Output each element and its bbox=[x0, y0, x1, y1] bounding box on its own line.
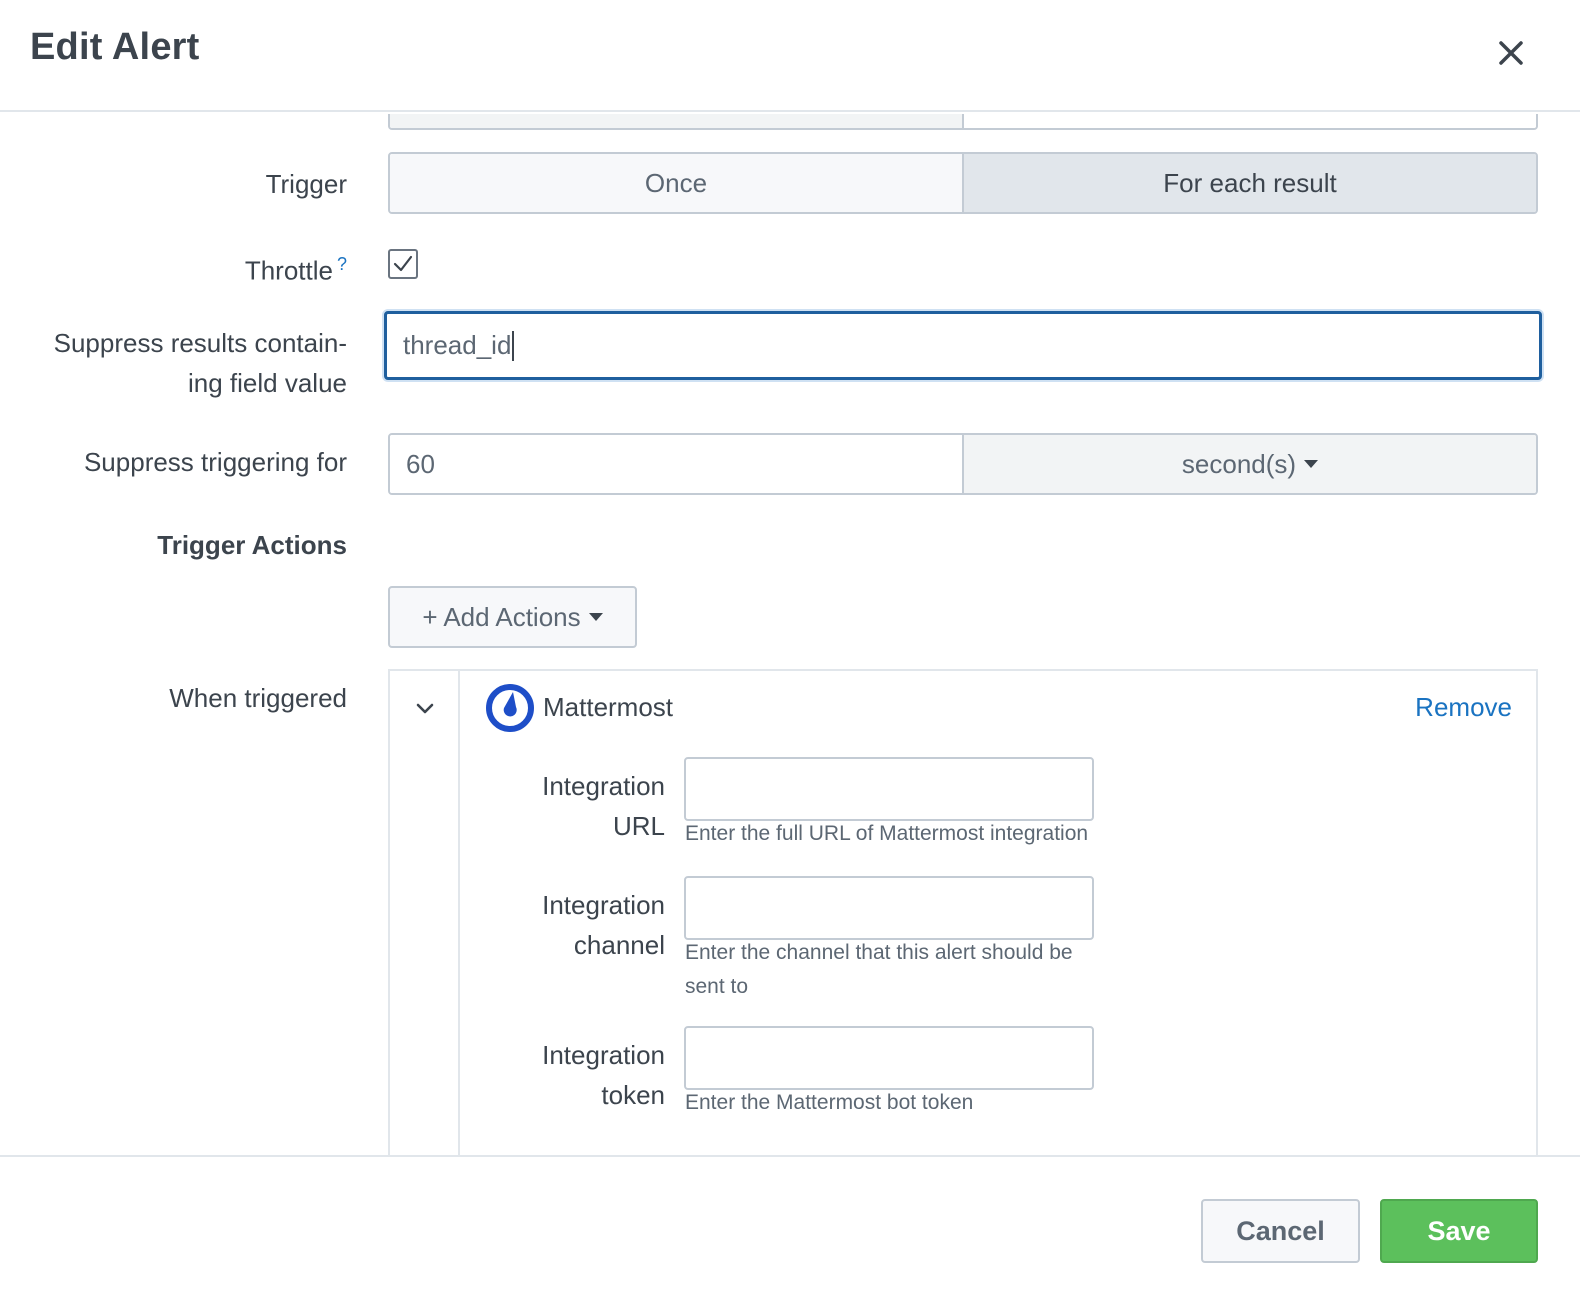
integration-channel-label-line1: Integration bbox=[542, 890, 665, 920]
integration-token-label-line1: Integration bbox=[542, 1040, 665, 1070]
suppress-period-group: 60 second(s) bbox=[388, 433, 1538, 495]
mattermost-logo-icon bbox=[486, 684, 534, 732]
caret-down-icon bbox=[1304, 460, 1319, 468]
throttle-label: Throttle? bbox=[245, 244, 347, 291]
cancel-button[interactable]: Cancel bbox=[1201, 1199, 1360, 1263]
integration-token-label-line2: token bbox=[601, 1080, 665, 1110]
integration-channel-help-line1: Enter the channel that this alert should… bbox=[685, 941, 1073, 964]
close-button[interactable] bbox=[1490, 34, 1532, 72]
trigger-label: Trigger bbox=[265, 169, 347, 199]
integration-channel-label-line2: channel bbox=[573, 930, 665, 960]
integration-channel-help: Enter the channel that this alert should… bbox=[685, 936, 1155, 1004]
integration-token-help: Enter the Mattermost bot token bbox=[685, 1086, 1155, 1120]
remove-action-link[interactable]: Remove bbox=[1415, 687, 1512, 727]
suppress-fields-value: thread_id bbox=[403, 330, 512, 360]
integration-channel-input[interactable] bbox=[684, 876, 1094, 940]
action-name: Mattermost bbox=[543, 692, 674, 722]
when-triggered-label: When triggered bbox=[169, 683, 347, 713]
add-actions-button[interactable]: + Add Actions bbox=[388, 586, 637, 648]
integration-token-help-line1: Enter the Mattermost bot token bbox=[685, 1091, 974, 1114]
suppress-fields-label-line2: ing field value bbox=[188, 368, 347, 398]
text-caret bbox=[512, 330, 515, 361]
trigger-option-for-each-result[interactable]: For each result bbox=[962, 154, 1536, 212]
trigger-option-once[interactable]: Once bbox=[390, 154, 962, 212]
integration-url-help-line1: Enter the full URL of Mattermost integra… bbox=[685, 822, 1089, 845]
previous-field-right[interactable] bbox=[964, 114, 1536, 128]
throttle-label-text: Throttle bbox=[244, 255, 333, 286]
chevron-down-icon[interactable] bbox=[414, 697, 436, 719]
action-collapse-column bbox=[390, 671, 460, 1156]
checkmark-icon bbox=[393, 255, 413, 272]
integration-channel-help-line2: sent to bbox=[685, 975, 749, 998]
integration-channel-label: Integration channel bbox=[465, 885, 665, 965]
integration-token-label: Integration token bbox=[465, 1035, 665, 1115]
integration-url-input[interactable] bbox=[684, 757, 1094, 821]
throttle-help-link[interactable]: ? bbox=[337, 254, 347, 274]
throttle-checkbox[interactable] bbox=[388, 249, 418, 279]
edit-alert-dialog: Edit Alert Trigger Once For each result … bbox=[0, 0, 1580, 1292]
integration-token-input[interactable] bbox=[684, 1026, 1094, 1090]
dialog-footer: Cancel Save bbox=[0, 1155, 1580, 1292]
suppress-period-unit-value: second(s) bbox=[1181, 448, 1297, 479]
integration-url-label-line2: URL bbox=[612, 811, 665, 841]
suppress-fields-label: Suppress results contain- ing field valu… bbox=[54, 323, 347, 403]
previous-field-left[interactable] bbox=[390, 114, 964, 128]
suppress-period-unit-dropdown[interactable]: second(s) bbox=[964, 435, 1536, 493]
suppress-period-label: Suppress triggering for bbox=[83, 447, 347, 477]
suppress-period-input[interactable]: 60 bbox=[390, 435, 964, 493]
dialog-header: Edit Alert bbox=[0, 0, 1580, 112]
dialog-body: Trigger Once For each result Throttle? S… bbox=[0, 114, 1580, 1156]
mattermost-action-panel: Mattermost Remove Integration URL Enter … bbox=[388, 669, 1538, 1156]
caret-down-icon bbox=[588, 613, 603, 621]
integration-url-label: Integration URL bbox=[465, 766, 665, 846]
suppress-fields-input[interactable]: thread_id bbox=[384, 311, 1542, 380]
suppress-fields-label-line1: Suppress results contain- bbox=[53, 328, 347, 358]
previous-field-group[interactable] bbox=[388, 114, 1538, 130]
dialog-title: Edit Alert bbox=[30, 26, 200, 68]
trigger-actions-heading: Trigger Actions bbox=[157, 530, 347, 560]
close-icon bbox=[1499, 41, 1523, 65]
save-button[interactable]: Save bbox=[1380, 1199, 1538, 1263]
trigger-toggle: Once For each result bbox=[388, 152, 1538, 214]
integration-url-help: Enter the full URL of Mattermost integra… bbox=[685, 817, 1155, 851]
integration-url-label-line1: Integration bbox=[542, 771, 665, 801]
add-actions-label: + Add Actions bbox=[422, 601, 581, 632]
